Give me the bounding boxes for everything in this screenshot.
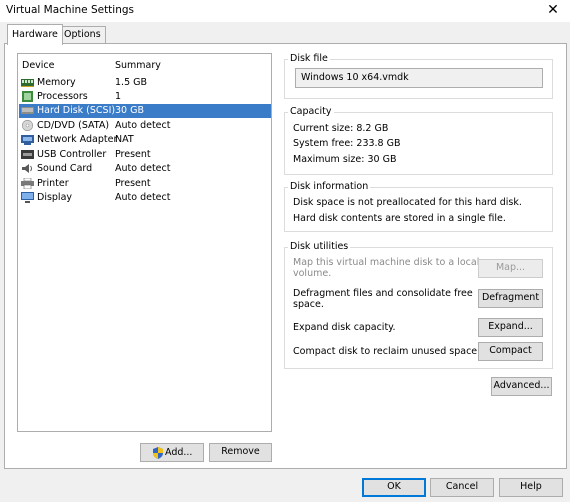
processor-icon: [22, 91, 33, 102]
device-row-memory[interactable]: Memory 1.5 GB: [19, 76, 271, 90]
defragment-description-line-2: space.: [293, 299, 324, 310]
device-summary: Auto detect: [115, 163, 171, 174]
device-row-processors[interactable]: Processors 1: [19, 90, 271, 104]
add-device-button[interactable]: Add...: [140, 443, 204, 462]
disk-file-group-label: Disk file: [288, 53, 330, 64]
add-button-label: Add...: [165, 447, 193, 458]
disk-information-group: [284, 187, 553, 232]
device-summary: Present: [115, 149, 151, 160]
device-summary: Auto detect: [115, 192, 171, 203]
cd-dvd-icon: [22, 120, 33, 131]
help-button[interactable]: Help: [499, 478, 563, 497]
map-description-line-2: volume.: [293, 268, 332, 279]
device-name: Sound Card: [37, 163, 93, 174]
device-name: USB Controller: [37, 149, 107, 160]
remove-device-button[interactable]: Remove: [209, 443, 272, 462]
printer-icon: [21, 178, 34, 189]
compact-button[interactable]: Compact: [478, 342, 543, 361]
memory-icon: [21, 79, 34, 87]
device-name: Hard Disk (SCSI): [37, 105, 116, 116]
disk-utilities-group-label: Disk utilities: [288, 241, 351, 252]
current-size-text: Current size: 8.2 GB: [293, 123, 389, 134]
defragment-description-line-1: Defragment files and consolidate free: [293, 288, 473, 299]
usb-icon: [21, 150, 34, 159]
device-name: Network Adapter: [37, 134, 118, 145]
sound-card-icon: [22, 164, 32, 173]
capacity-group-label: Capacity: [288, 106, 334, 117]
expand-button[interactable]: Expand...: [478, 318, 543, 337]
defragment-button[interactable]: Defragment: [478, 289, 543, 308]
hard-disk-icon: [21, 107, 34, 114]
device-summary: Present: [115, 178, 151, 189]
disk-info-line-1: Disk space is not preallocated for this …: [293, 197, 522, 208]
device-name: Printer: [37, 178, 69, 189]
compact-description: Compact disk to reclaim unused space.: [293, 346, 481, 357]
device-summary: 30 GB: [115, 105, 144, 116]
device-summary: NAT: [115, 134, 134, 145]
tab-hardware[interactable]: Hardware: [7, 24, 63, 45]
device-name: CD/DVD (SATA): [37, 120, 110, 131]
tab-options[interactable]: Options: [59, 26, 106, 44]
device-row-display[interactable]: Display Auto detect: [19, 191, 271, 205]
device-summary: 1: [115, 91, 122, 102]
close-icon[interactable]: ✕: [545, 2, 561, 18]
device-row-printer[interactable]: Printer Present: [19, 177, 271, 191]
map-button[interactable]: Map...: [478, 259, 543, 278]
expand-description: Expand disk capacity.: [293, 322, 396, 333]
cancel-button[interactable]: Cancel: [430, 478, 494, 497]
device-name: Memory: [37, 77, 76, 88]
column-header-summary[interactable]: Summary: [115, 60, 161, 71]
disk-info-line-2: Hard disk contents are stored in a singl…: [293, 213, 506, 224]
disk-file-field[interactable]: Windows 10 x64.vmdk: [295, 68, 543, 88]
device-row-usb-controller[interactable]: USB Controller Present: [19, 148, 271, 162]
map-description-line-1: Map this virtual machine disk to a local: [293, 257, 480, 268]
device-summary: 1.5 GB: [115, 77, 148, 88]
display-icon: [21, 192, 34, 203]
ok-button[interactable]: OK: [362, 478, 426, 497]
device-name: Processors: [37, 91, 88, 102]
system-free-text: System free: 233.8 GB: [293, 138, 401, 149]
device-row-sound-card[interactable]: Sound Card Auto detect: [19, 162, 271, 176]
network-adapter-icon: [21, 135, 34, 145]
disk-information-group-label: Disk information: [288, 181, 371, 192]
device-row-hard-disk[interactable]: Hard Disk (SCSI) 30 GB: [19, 104, 271, 118]
device-row-network-adapter[interactable]: Network Adapter NAT: [19, 133, 271, 147]
device-row-cd-dvd[interactable]: CD/DVD (SATA) Auto detect: [19, 119, 271, 133]
device-name: Display: [37, 192, 73, 203]
column-header-device[interactable]: Device: [22, 60, 55, 71]
shield-icon: [153, 447, 163, 459]
device-summary: Auto detect: [115, 120, 171, 131]
advanced-button[interactable]: Advanced...: [491, 377, 552, 396]
maximum-size-text: Maximum size: 30 GB: [293, 154, 397, 165]
window-title: Virtual Machine Settings: [6, 4, 135, 16]
